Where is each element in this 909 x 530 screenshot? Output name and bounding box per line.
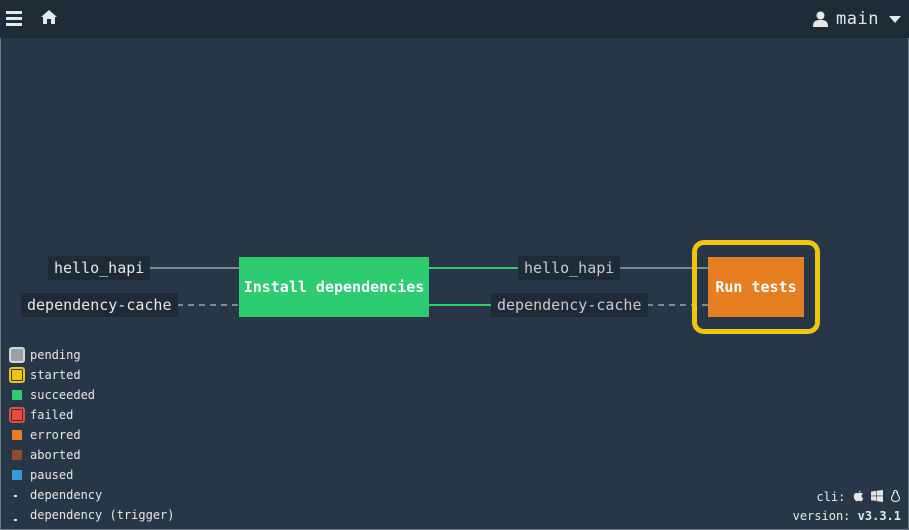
legend-pending: pending bbox=[9, 346, 175, 366]
legend-swatch-succeeded bbox=[12, 390, 22, 400]
resource-hello-hapi-output[interactable]: hello_hapi bbox=[518, 256, 621, 280]
legend-swatch-failed bbox=[9, 407, 25, 423]
legend-label: errored bbox=[30, 428, 81, 442]
legend-swatch-paused bbox=[12, 470, 22, 480]
legend-paused: paused bbox=[9, 466, 175, 486]
legend-label: started bbox=[30, 368, 81, 382]
legend-failed: failed bbox=[9, 406, 175, 426]
legend-swatch-pending bbox=[9, 347, 25, 363]
job-install-label: Install dependencies bbox=[243, 278, 425, 296]
legend-started: started bbox=[9, 366, 175, 386]
version-info: cli: version: v3.3.1 bbox=[793, 488, 901, 526]
version-label: version: bbox=[792, 509, 851, 523]
resource-hello-hapi-input[interactable]: hello_hapi bbox=[48, 256, 151, 280]
status-legend: pending started succeeded failed errored… bbox=[9, 346, 175, 526]
legend-label: dependency bbox=[30, 488, 103, 502]
apple-icon[interactable] bbox=[853, 490, 864, 502]
legend-swatch-errored bbox=[12, 430, 22, 440]
resource-dependency-cache-input[interactable]: dependency-cache bbox=[21, 293, 178, 317]
legend-dependency-trigger: dependency (trigger) bbox=[9, 506, 175, 526]
resource-dependency-cache-output[interactable]: dependency-cache bbox=[491, 293, 648, 317]
version-number: v3.3.1 bbox=[857, 509, 901, 523]
linux-icon[interactable] bbox=[890, 489, 901, 503]
cli-downloads: cli: bbox=[793, 488, 901, 507]
legend-swatch-aborted bbox=[12, 450, 22, 460]
legend-label: succeeded bbox=[30, 388, 96, 402]
legend-label: pending bbox=[30, 348, 81, 362]
legend-label: aborted bbox=[30, 448, 81, 462]
legend-swatch-dependency-trigger bbox=[14, 519, 17, 521]
legend-label: failed bbox=[30, 408, 74, 422]
legend-errored: errored bbox=[9, 426, 175, 446]
legend-dependency: dependency bbox=[9, 486, 175, 506]
legend-aborted: aborted bbox=[9, 446, 175, 466]
legend-succeeded: succeeded bbox=[9, 386, 175, 406]
cli-label: cli: bbox=[816, 490, 846, 504]
job-install-dependencies[interactable]: Install dependencies bbox=[239, 257, 429, 317]
job-run-tests-label: Run tests bbox=[715, 278, 797, 296]
legend-label: dependency (trigger) bbox=[30, 508, 175, 522]
job-run-tests[interactable]: Run tests bbox=[708, 257, 804, 317]
legend-swatch-dependency bbox=[14, 495, 17, 497]
version-line: version: v3.3.1 bbox=[793, 507, 901, 526]
windows-icon[interactable] bbox=[870, 490, 883, 502]
legend-label: paused bbox=[30, 468, 74, 482]
legend-swatch-started bbox=[9, 367, 25, 383]
